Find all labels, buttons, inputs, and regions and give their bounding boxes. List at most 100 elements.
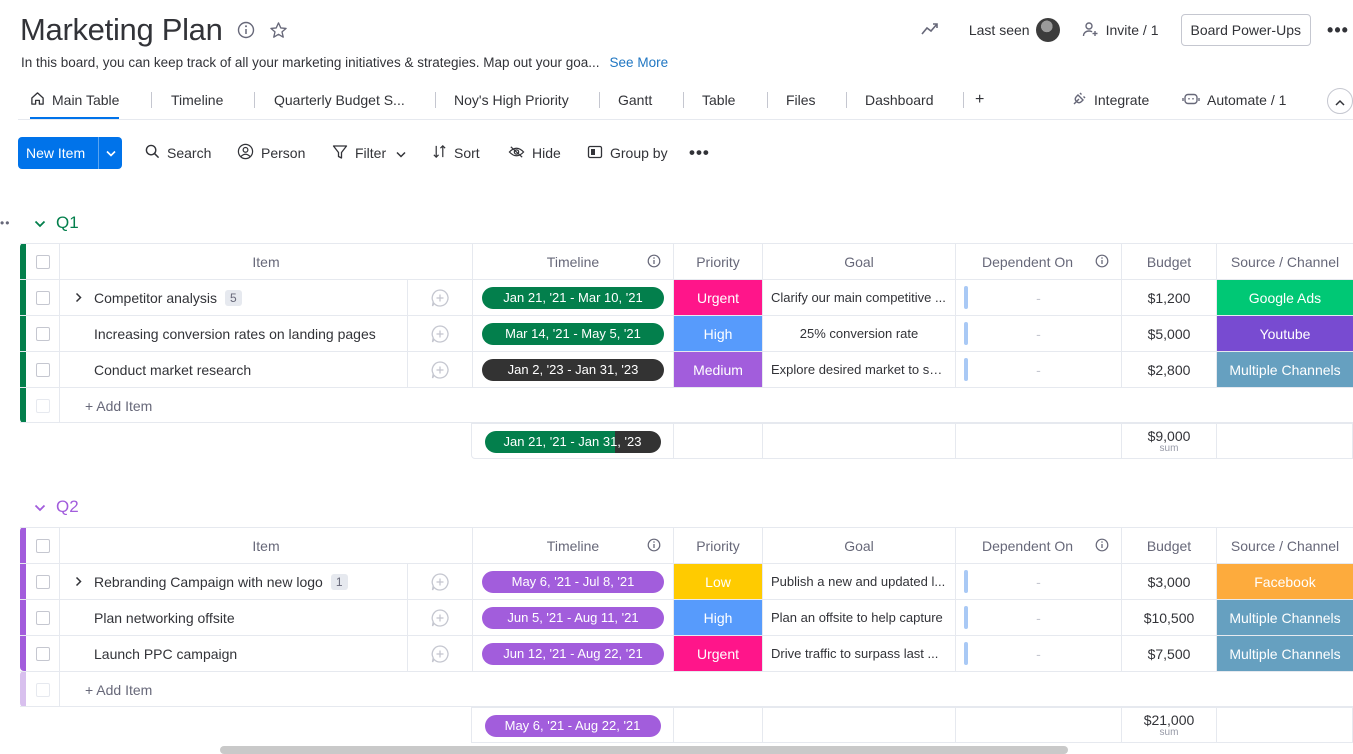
budget-cell[interactable]: $7,500 [1121, 636, 1216, 671]
priority-cell[interactable]: High [673, 316, 762, 351]
drag-handle-icon[interactable]: •• [0, 216, 10, 230]
source-status[interactable]: Multiple Channels [1217, 352, 1353, 387]
add-update-icon[interactable] [407, 352, 472, 387]
item-name[interactable]: Plan networking offsite [94, 610, 235, 626]
column-header-item[interactable]: Item [59, 244, 472, 279]
goal-cell[interactable]: Publish a new and updated l... [762, 564, 955, 599]
budget-cell[interactable]: $1,200 [1121, 280, 1216, 315]
info-icon[interactable] [237, 21, 255, 39]
budget-cell[interactable]: $3,000 [1121, 564, 1216, 599]
chevron-down-icon[interactable] [396, 145, 413, 161]
row-checkbox[interactable] [26, 564, 59, 599]
timeline-pill[interactable]: May 6, '21 - Jul 8, '21 [482, 570, 664, 593]
tab-main-table[interactable]: Main Table [30, 82, 120, 119]
add-update-icon[interactable] [407, 564, 472, 599]
more-menu-icon[interactable]: ••• [1323, 20, 1353, 41]
filter-button[interactable]: Filter [332, 137, 413, 169]
budget-cell[interactable]: $10,500 [1121, 600, 1216, 635]
add-update-icon[interactable] [407, 316, 472, 351]
item-cell[interactable]: Conduct market research [59, 352, 407, 387]
add-view-button[interactable]: + [975, 82, 984, 118]
chevron-right-icon[interactable] [68, 576, 88, 587]
table-row[interactable]: Conduct market research Jan 2, '23 - Jan… [20, 351, 1353, 387]
last-seen-button[interactable]: Last seen [969, 18, 1060, 42]
dependent-on-cell[interactable]: - [955, 280, 1121, 315]
timeline-cell[interactable]: Jan 2, '23 - Jan 31, '23 [472, 352, 673, 387]
table-row[interactable]: Competitor analysis 5 Jan 21, '21 - Mar … [20, 279, 1353, 315]
power-ups-button[interactable]: Board Power-Ups [1180, 14, 1311, 46]
column-header-item[interactable]: Item [59, 528, 472, 563]
select-all-checkbox[interactable] [26, 528, 59, 563]
collapse-header-button[interactable] [1327, 88, 1353, 114]
select-all-checkbox[interactable] [26, 244, 59, 279]
budget-cell[interactable]: $2,800 [1121, 352, 1216, 387]
add-item-input[interactable]: + Add Item [59, 388, 1353, 423]
timeline-cell[interactable]: Jun 5, '21 - Aug 11, '21 [472, 600, 673, 635]
group-by-button[interactable]: Group by [587, 137, 668, 169]
goal-cell[interactable]: Clarify our main competitive ... [762, 280, 955, 315]
source-cell[interactable]: Multiple Channels [1216, 352, 1353, 387]
column-header-budget[interactable]: Budget [1121, 244, 1216, 279]
column-header-timeline[interactable]: Timeline [472, 528, 673, 563]
see-more-link[interactable]: See More [610, 55, 669, 70]
group-title[interactable]: Q1 [56, 213, 79, 233]
automate-button[interactable]: Automate / 1 [1182, 82, 1286, 118]
column-header-goal[interactable]: Goal [762, 528, 955, 563]
dependent-on-cell[interactable]: - [955, 316, 1121, 351]
priority-status[interactable]: Low [674, 564, 762, 599]
chevron-down-icon[interactable] [98, 137, 122, 169]
hide-button[interactable]: Hide [508, 137, 561, 169]
table-row[interactable]: Increasing conversion rates on landing p… [20, 315, 1353, 351]
timeline-pill[interactable]: Jun 5, '21 - Aug 11, '21 [482, 606, 664, 629]
table-row[interactable]: Launch PPC campaign Jun 12, '21 - Aug 22… [20, 635, 1353, 671]
goal-cell[interactable]: Drive traffic to surpass last ... [762, 636, 955, 671]
goal-cell[interactable]: Plan an offsite to help capture [762, 600, 955, 635]
column-header-dependent-on[interactable]: Dependent On [955, 244, 1121, 279]
add-update-icon[interactable] [407, 280, 472, 315]
column-header-source[interactable]: Source / Channel [1216, 244, 1353, 279]
item-name[interactable]: Launch PPC campaign [94, 646, 237, 662]
priority-status[interactable]: Urgent [674, 280, 762, 315]
item-name[interactable]: Conduct market research [94, 362, 251, 378]
priority-cell[interactable]: Urgent [673, 636, 762, 671]
source-status[interactable]: Multiple Channels [1217, 600, 1353, 635]
subitems-count-badge[interactable]: 5 [224, 289, 242, 306]
source-status[interactable]: Multiple Channels [1217, 636, 1353, 671]
timeline-pill[interactable]: Jan 2, '23 - Jan 31, '23 [482, 358, 664, 381]
item-name[interactable]: Rebranding Campaign with new logo [94, 574, 323, 590]
timeline-cell[interactable]: Jun 12, '21 - Aug 22, '21 [472, 636, 673, 671]
info-icon[interactable] [1095, 538, 1109, 555]
add-item-input[interactable]: + Add Item [59, 672, 1353, 707]
search-button[interactable]: Search [145, 137, 211, 169]
tab-dashboard[interactable]: Dashboard [865, 82, 934, 118]
item-name[interactable]: Competitor analysis [94, 290, 217, 306]
info-icon[interactable] [647, 538, 661, 555]
priority-status[interactable]: High [674, 316, 762, 351]
add-item-row[interactable]: + Add Item [20, 671, 1353, 707]
priority-cell[interactable]: High [673, 600, 762, 635]
tab-table[interactable]: Table [702, 82, 735, 118]
board-title[interactable]: Marketing Plan [20, 12, 223, 48]
column-header-budget[interactable]: Budget [1121, 528, 1216, 563]
group-title[interactable]: Q2 [56, 497, 79, 517]
priority-cell[interactable]: Urgent [673, 280, 762, 315]
row-checkbox[interactable] [26, 600, 59, 635]
info-icon[interactable] [647, 254, 661, 271]
goal-cell[interactable]: Explore desired market to se... [762, 352, 955, 387]
chevron-down-icon[interactable] [34, 213, 56, 233]
sort-button[interactable]: Sort [432, 137, 480, 169]
timeline-cell[interactable]: Jan 21, '21 - Mar 10, '21 [472, 280, 673, 315]
column-header-dependent-on[interactable]: Dependent On [955, 528, 1121, 563]
info-icon[interactable] [1095, 254, 1109, 271]
group-header-q2[interactable]: Q2 [34, 494, 79, 520]
chevron-right-icon[interactable] [68, 292, 88, 303]
activity-button[interactable] [921, 22, 947, 39]
column-header-timeline[interactable]: Timeline [472, 244, 673, 279]
tab-quarterly-budget[interactable]: Quarterly Budget S... [274, 82, 405, 118]
timeline-cell[interactable]: Mar 14, '21 - May 5, '21 [472, 316, 673, 351]
item-cell[interactable]: Increasing conversion rates on landing p… [59, 316, 407, 351]
timeline-pill[interactable]: Mar 14, '21 - May 5, '21 [482, 322, 664, 345]
timeline-pill[interactable]: Jun 12, '21 - Aug 22, '21 [482, 642, 664, 665]
row-checkbox[interactable] [26, 636, 59, 671]
dependent-on-cell[interactable]: - [955, 564, 1121, 599]
